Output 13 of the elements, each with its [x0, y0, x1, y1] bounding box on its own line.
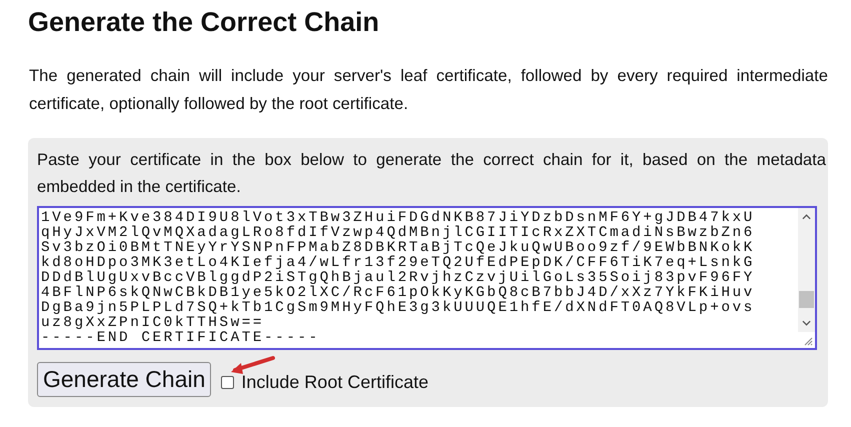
arrow-icon [229, 354, 275, 376]
checkbox-label[interactable]: Include Root Certificate [241, 372, 428, 393]
instructions-text: Paste your certificate in the box below to generate the correct chain for it, based on the metadata embedded in the certificate. [37, 149, 827, 198]
scroll-up-icon[interactable] [802, 214, 811, 220]
scrollbar-thumb[interactable] [799, 291, 814, 308]
certificate-textarea[interactable]: 1Ve9Fm+Kve384DI9U8lVot3xTBw3ZHuiFDGdNKB87JiYDzbDsnMF6Y+gJDB47kxU qHyJxVM2lQvMQXadagLRo8fdIfVzwp4QdMBnjlCGIITIcRxZXTCmadiNsBwzbZn6 Sv3bzOi0BMtTNEyYrYSNPnFPMabZ8DBKRTaBjTcQeJkuQwUBoo9zf/9EWbBNKokK kd8oHDpo3MK3etLo4KIefja4/wLfr13f29eTQ2UfEdPEpDK/CFF6TiK7eq+LsnkG DDdBlUgUxvBccVBlggdP2iSTgQhBjaul2RvjhzCzvjUilGoLs35Soij83pvF96FY 4BFlNP6skQNwCBkDB1ye5kO2lXC/RcF61pOkKyKGbQ8cB7bbJ4D/xXz7YkFKiHuv DgBa9jn5PLPLd7SQ+kTb1CgSm9MHyFQhE3g3kUUUQE1hfE/dXNdFT0AQ8VLp+ovs uz8gXxZPnIC0kTTHSw== -----END CERTIFICATE----- [37, 206, 817, 350]
page-heading: Generate the Correct Chain [28, 6, 380, 39]
generate-chain-button[interactable]: Generate Chain [37, 362, 212, 397]
scroll-down-icon[interactable] [802, 320, 811, 326]
resize-grip-icon[interactable] [803, 336, 813, 346]
scrollbar[interactable] [798, 208, 815, 332]
intro-paragraph: The generated chain will include your server's leaf certificate, followed by every required intermediate certificate, optionally followed by the root certificate. [28, 65, 828, 115]
checkbox[interactable] [221, 376, 234, 389]
